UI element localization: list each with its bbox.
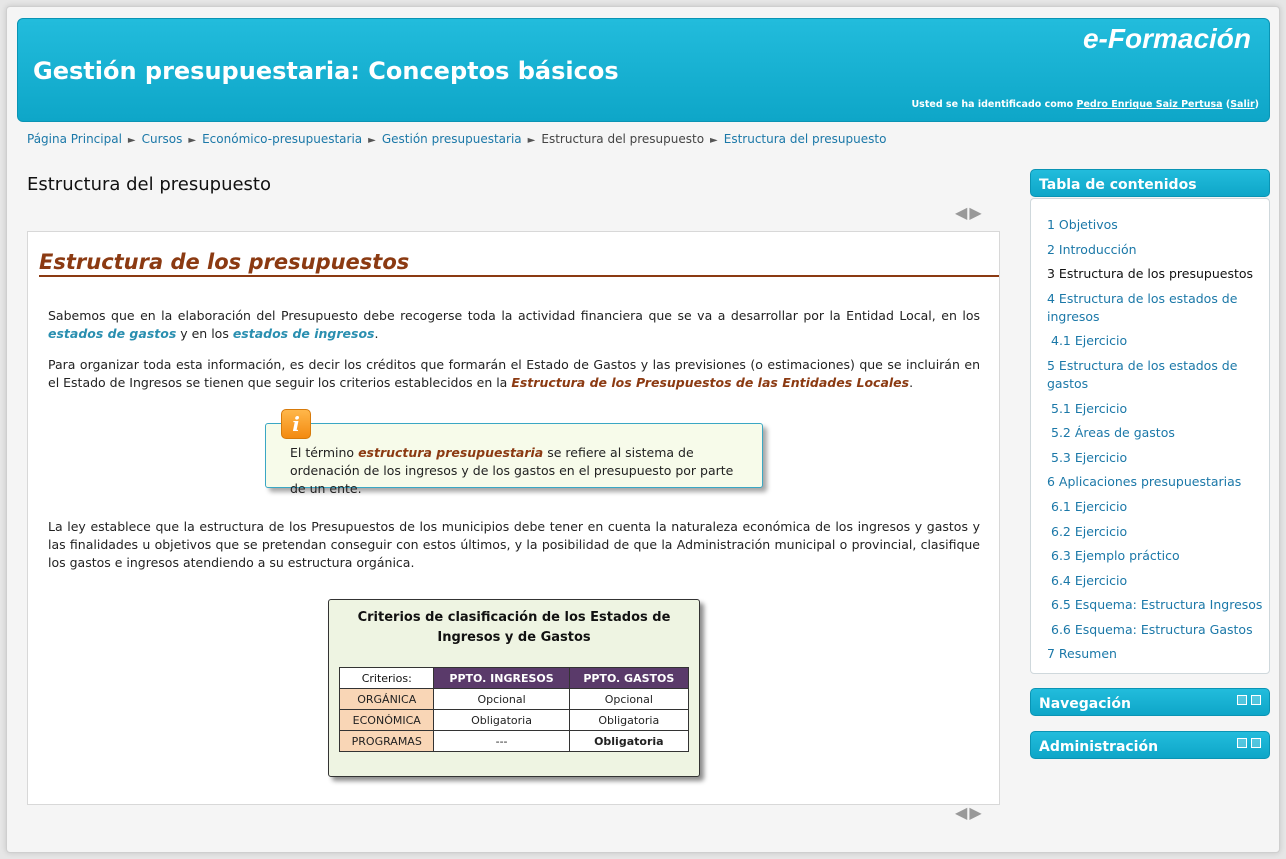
paragraph-3: La ley establece que la estructura de lo… xyxy=(48,519,980,570)
table-cell: Obligatoria xyxy=(433,709,570,731)
keyword-estructura-presupuestaria[interactable]: estructura presupuestaria xyxy=(358,445,543,460)
logout-link[interactable]: Salir xyxy=(1230,99,1254,110)
table-cell: Opcional xyxy=(433,688,570,710)
breadcrumb-separator: ► xyxy=(368,135,376,146)
toc-list: 1 Objetivos 2 Introducción 3 Estructura … xyxy=(1030,198,1270,674)
table-row-header: PROGRAMAS xyxy=(338,730,435,752)
section-title: Estructura de los presupuestos xyxy=(39,250,999,277)
top-nav-arrows: ◀▶ xyxy=(955,203,984,222)
keyword-estados-gastos[interactable]: estados de gastos xyxy=(48,326,176,341)
toc-item[interactable]: 1 Objetivos xyxy=(1047,216,1262,234)
text: El término xyxy=(290,445,359,460)
toc-item[interactable]: 6.1 Ejercicio xyxy=(1051,498,1266,516)
breadcrumb-separator: ► xyxy=(188,135,197,146)
criteria-box: Criterios de clasificación de los Estado… xyxy=(328,599,700,777)
criteria-title: Criterios de clasificación de los Estado… xyxy=(357,610,671,645)
table-header: PPTO. GASTOS xyxy=(568,667,690,689)
block-controls xyxy=(1233,738,1261,751)
breadcrumb-courses[interactable]: Cursos xyxy=(142,132,183,146)
paragraph-1: Sabemos que en la elaboración del Presup… xyxy=(48,307,980,343)
toc-item[interactable]: 6.2 Ejercicio xyxy=(1051,523,1266,541)
toc-item[interactable]: 6 Aplicaciones presupuestarias xyxy=(1047,473,1262,491)
expand-icon[interactable] xyxy=(1237,695,1247,705)
login-prefix: Usted se ha identificado como xyxy=(911,99,1074,110)
table-cell: --- xyxy=(433,730,570,752)
breadcrumb-course[interactable]: Gestión presupuestaria xyxy=(382,132,522,146)
navigation-title: Navegación xyxy=(1039,696,1131,712)
toc-item[interactable]: 6.5 Esquema: Estructura Ingresos xyxy=(1051,596,1266,614)
login-info: Usted se ha identificado como Pedro Enri… xyxy=(911,99,1259,110)
breadcrumb-separator: ► xyxy=(127,135,136,146)
table-cell: Obligatoria xyxy=(568,709,690,731)
breadcrumb-home[interactable]: Página Principal xyxy=(27,132,122,146)
toc-block-header: Tabla de contenidos xyxy=(1030,169,1270,197)
toc-item[interactable]: 5 Estructura de los estados de gastos xyxy=(1047,357,1262,393)
criteria-table: Criterios: PPTO. INGRESOS PPTO. GASTOS O… xyxy=(338,667,690,752)
keyword-estructura-presupuestos[interactable]: Estructura de los Presupuestos de las En… xyxy=(511,375,909,390)
block-controls xyxy=(1233,695,1261,708)
keyword-estados-ingresos[interactable]: estados de ingresos xyxy=(233,326,375,341)
breadcrumb-section: Estructura del presupuesto xyxy=(541,132,705,146)
table-row-header: ECONÓMICA xyxy=(338,709,435,731)
table-row: PROGRAMAS --- Obligatoria xyxy=(338,730,690,752)
toc-item[interactable]: 5.3 Ejercicio xyxy=(1051,449,1266,467)
course-title: Gestión presupuestaria: Conceptos básico… xyxy=(33,57,619,85)
toc-item[interactable]: 5.2 Áreas de gastos xyxy=(1051,424,1266,442)
toc-item[interactable]: 5.1 Ejercicio xyxy=(1051,400,1266,418)
breadcrumb: Página Principal ► Cursos ► Económico-presup… xyxy=(27,132,886,146)
content-box: Estructura de los presupuestos Sabemos q… xyxy=(27,231,1000,805)
text: . xyxy=(374,326,379,341)
table-row: ORGÁNICA Opcional Opcional xyxy=(338,688,690,710)
breadcrumb-category[interactable]: Económico-presupuestaria xyxy=(202,132,362,146)
table-row-header: ORGÁNICA xyxy=(338,688,435,710)
table-header: PPTO. INGRESOS xyxy=(433,667,570,689)
table-row: ECONÓMICA Obligatoria Obligatoria xyxy=(338,709,690,731)
prev-page-icon[interactable]: ◀ xyxy=(955,203,969,222)
toc-item[interactable]: 6.4 Ejercicio xyxy=(1051,572,1266,590)
paragraph-2: Para organizar toda esta información, es… xyxy=(48,356,980,392)
toc-item[interactable]: 2 Introducción xyxy=(1047,241,1262,259)
breadcrumb-current[interactable]: Estructura del presupuesto xyxy=(724,132,887,146)
toc-item[interactable]: 6.6 Esquema: Estructura Gastos xyxy=(1051,621,1266,639)
page-header: Gestión presupuestaria: Conceptos básico… xyxy=(17,18,1270,122)
text: Sabemos que en la elaboración del Presup… xyxy=(48,308,980,323)
prev-page-icon[interactable]: ◀ xyxy=(955,803,969,822)
info-box: El término estructura presupuestaria se … xyxy=(265,423,763,496)
text: y en los xyxy=(176,326,233,341)
administration-title: Administración xyxy=(1039,739,1159,755)
toc-item[interactable]: 7 Resumen xyxy=(1047,645,1262,663)
dock-icon[interactable] xyxy=(1251,738,1261,748)
bottom-nav-arrows: ◀▶ xyxy=(955,803,984,822)
expand-icon[interactable] xyxy=(1237,738,1247,748)
next-page-icon[interactable]: ▶ xyxy=(969,803,983,822)
table-header: Criterios: xyxy=(338,667,435,689)
table-header-row: Criterios: PPTO. INGRESOS PPTO. GASTOS xyxy=(338,667,690,689)
toc-item[interactable]: 6.3 Ejemplo práctico xyxy=(1051,547,1266,565)
site-logo: e-Formación xyxy=(1082,23,1251,54)
breadcrumb-separator: ► xyxy=(710,135,718,146)
text: . xyxy=(909,375,914,390)
info-icon: i xyxy=(281,409,311,439)
administration-block-header[interactable]: Administración xyxy=(1030,731,1270,759)
toc-item-current: 3 Estructura de los presupuestos xyxy=(1047,266,1254,281)
user-link[interactable]: Pedro Enrique Saiz Pertusa xyxy=(1077,99,1223,110)
navigation-block-header[interactable]: Navegación xyxy=(1030,688,1270,716)
dock-icon[interactable] xyxy=(1251,695,1261,705)
toc-item[interactable]: 4 Estructura de los estados de ingresos xyxy=(1047,290,1262,326)
next-page-icon[interactable]: ▶ xyxy=(969,203,983,222)
table-cell: Opcional xyxy=(568,688,690,710)
table-cell: Obligatoria xyxy=(568,730,690,752)
toc-item[interactable]: 4.1 Ejercicio xyxy=(1051,332,1266,350)
page-title: Estructura del presupuesto xyxy=(27,174,272,195)
breadcrumb-separator: ► xyxy=(527,135,536,146)
